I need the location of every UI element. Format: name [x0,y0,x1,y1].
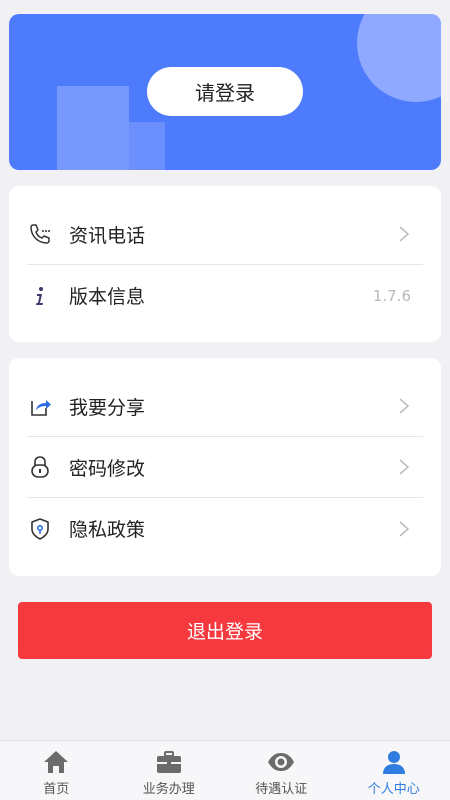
eye-icon [267,749,295,775]
phone-icon [27,221,53,247]
logout-button[interactable]: 退出登录 [18,602,432,659]
banner-decor-block-small [129,122,165,170]
chevron-right-icon [399,398,410,414]
tab-home[interactable]: 首页 [0,741,113,800]
menu-item-label: 隐私政策 [69,519,146,541]
info-card: 资讯电话 版本信息 1.7.6 [9,186,441,342]
login-button[interactable]: 请登录 [147,67,303,116]
menu-item-privacy[interactable]: 隐私政策 [27,498,423,559]
briefcase-icon [155,749,183,775]
tab-label: 业务办理 [142,782,195,797]
lock-icon [27,454,53,480]
settings-card: 我要分享 密码修改 隐私政策 [9,358,441,576]
chevron-right-icon [399,226,410,242]
share-icon [27,393,53,419]
menu-item-label: 版本信息 [69,286,146,308]
menu-item-version: 版本信息 1.7.6 [27,265,423,326]
tab-label: 首页 [43,782,70,797]
bottom-tab-bar: 首页 业务办理 待遇认证 个人中心 [0,740,450,800]
menu-item-password[interactable]: 密码修改 [27,437,423,498]
person-icon [380,749,408,775]
home-icon [42,749,70,775]
chevron-right-icon [399,520,410,537]
profile-banner: 请登录 [9,14,441,170]
tab-business[interactable]: 业务办理 [113,741,226,800]
menu-item-label: 资讯电话 [69,224,146,247]
tab-label: 待遇认证 [255,782,308,797]
banner-decor-circle [357,14,441,102]
shield-icon [27,516,53,542]
version-value: 1.7.6 [372,286,411,305]
menu-item-label: 密码修改 [69,457,146,480]
tab-profile[interactable]: 个人中心 [338,741,450,800]
tab-label: 个人中心 [367,782,420,797]
tab-certification[interactable]: 待遇认证 [225,741,338,800]
banner-decor-block [57,86,129,170]
menu-item-hotline[interactable]: 资讯电话 [27,204,423,265]
chevron-right-icon [399,459,410,475]
menu-item-label: 我要分享 [69,396,146,419]
menu-item-share[interactable]: 我要分享 [27,376,423,437]
info-icon [27,283,53,309]
